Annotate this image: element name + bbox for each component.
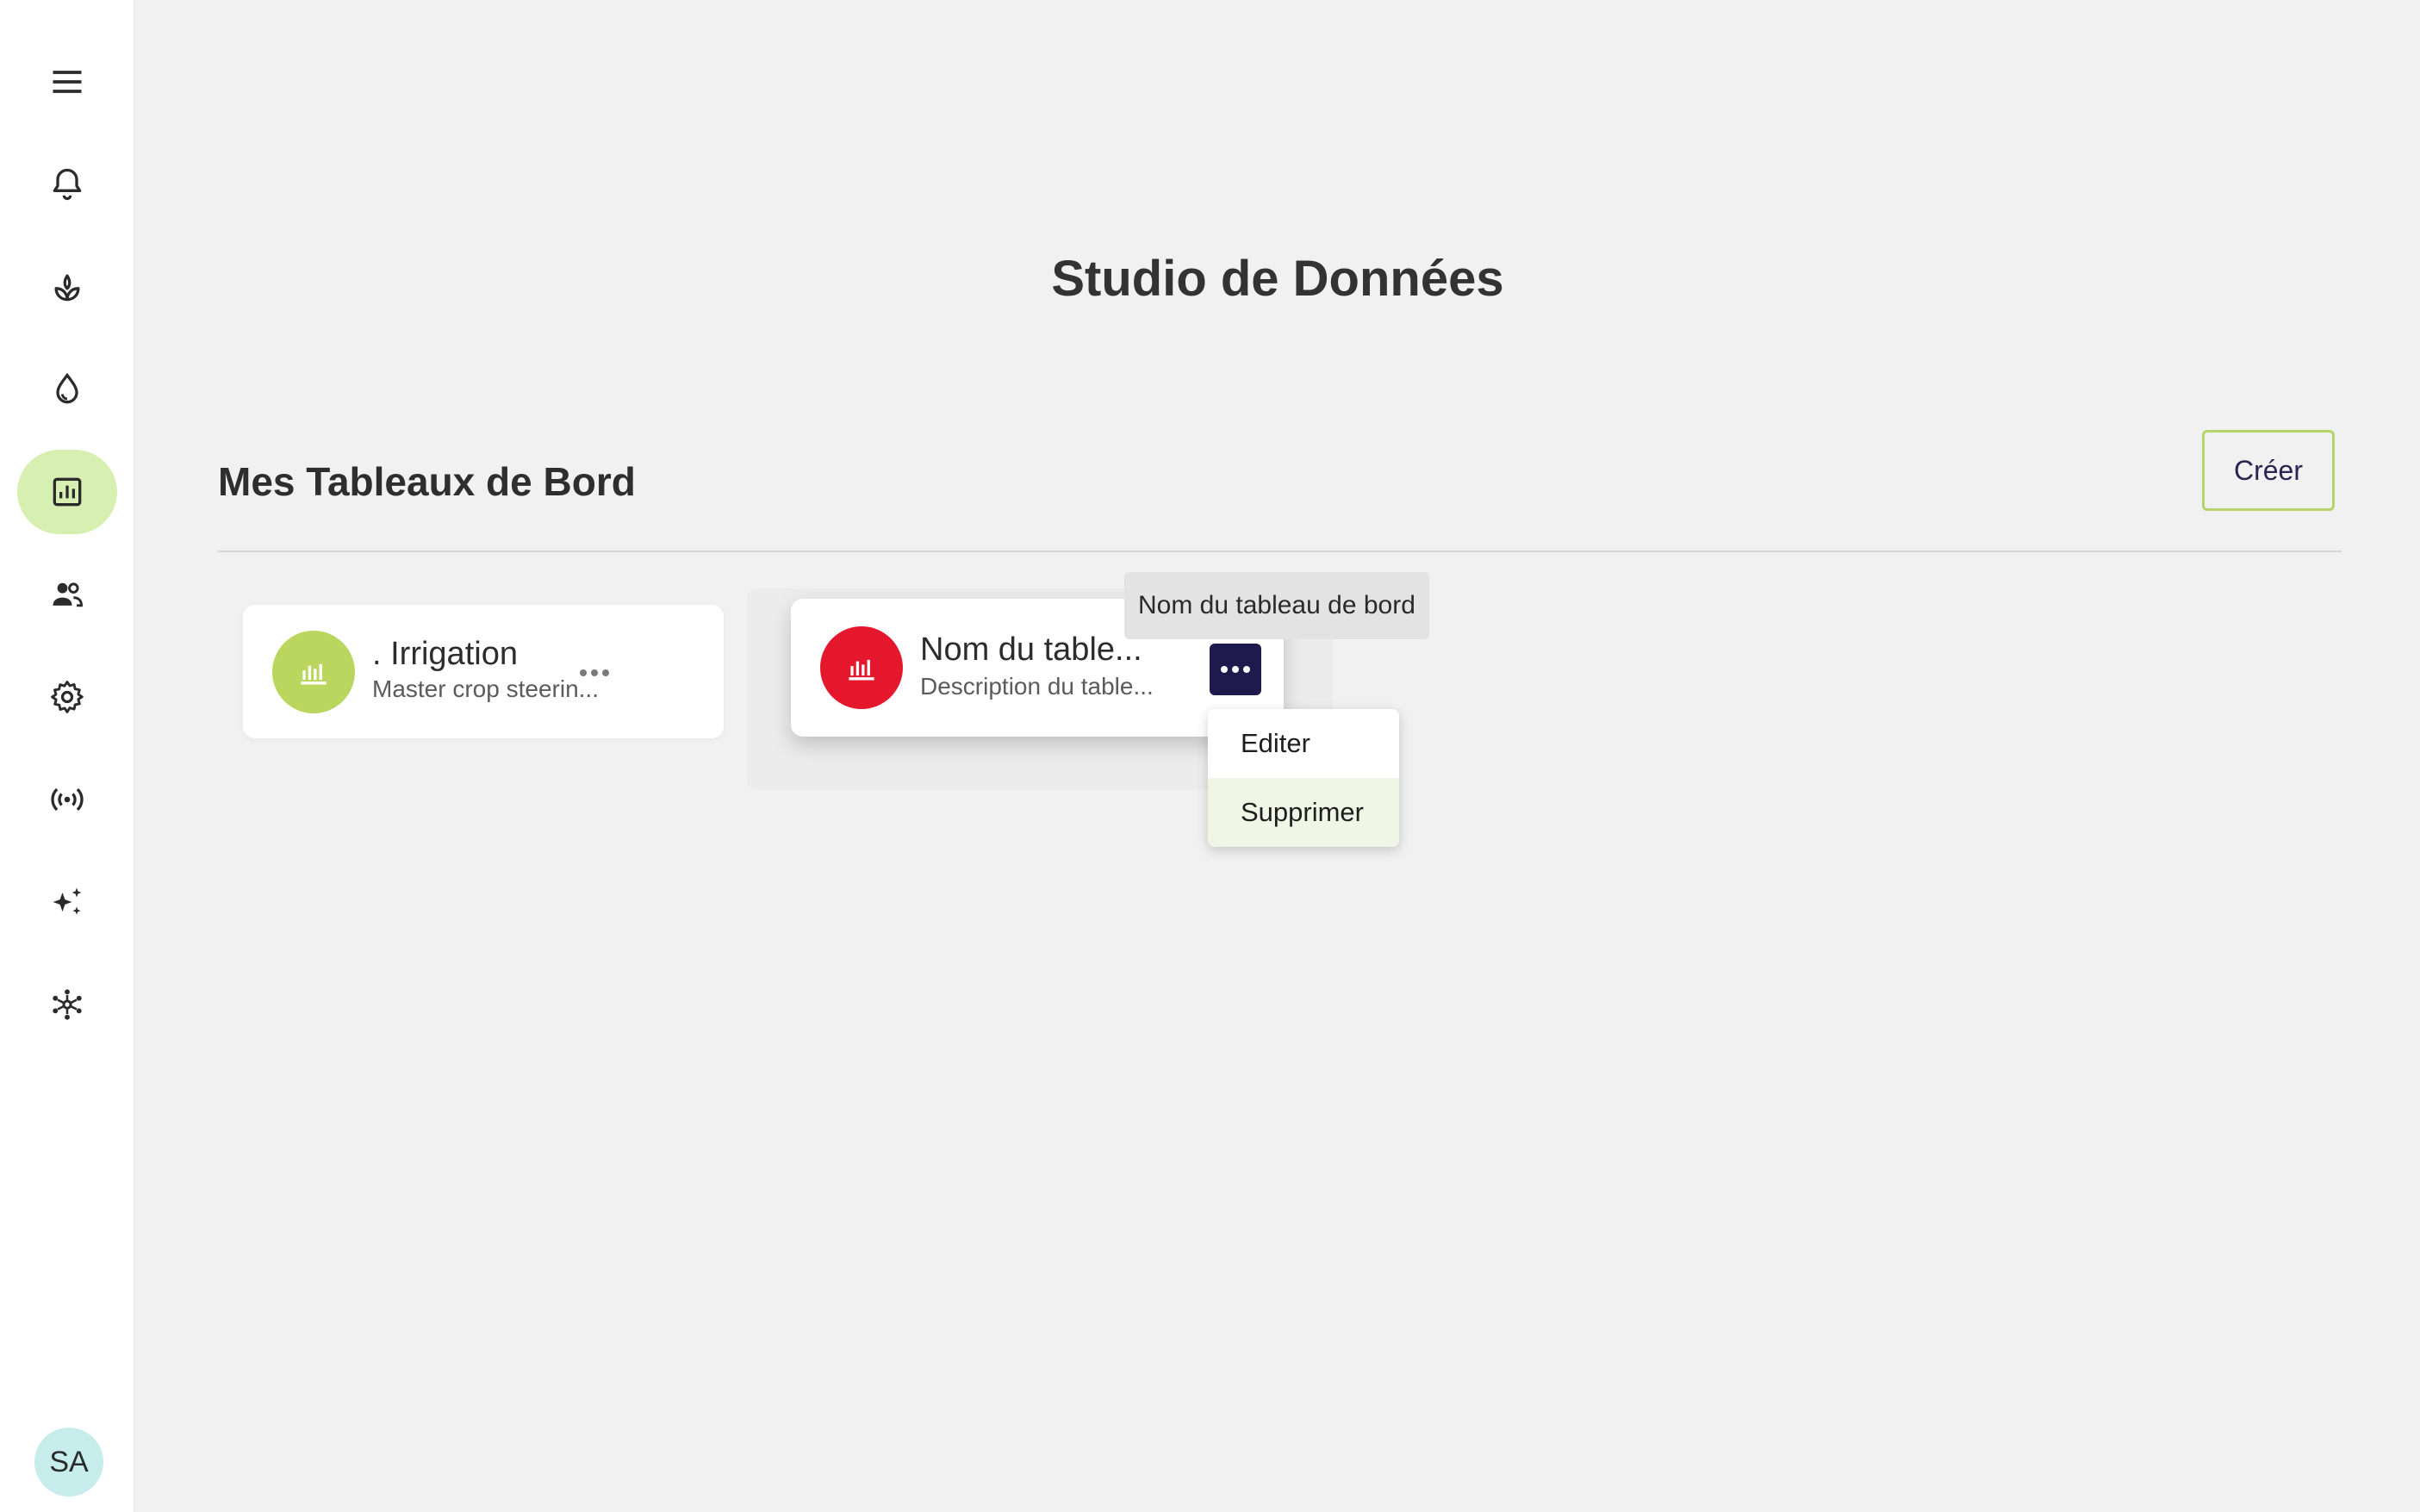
- card-avatar: [820, 626, 903, 709]
- more-dots-icon: [580, 669, 609, 676]
- sidebar-item-settings[interactable]: [17, 655, 117, 739]
- sidebar-item-users[interactable]: [17, 552, 117, 637]
- sidebar-item-integrations[interactable]: [17, 962, 117, 1047]
- dashboard-card-irrigation[interactable]: . Irrigation Master crop steerin...: [243, 605, 724, 738]
- card-subtitle: Master crop steerin...: [372, 675, 599, 702]
- app-root: SA Studio de Données Mes Tableaux de Bor…: [0, 0, 2420, 1512]
- card-more-button[interactable]: [570, 651, 619, 694]
- sidebar-item-sensors[interactable]: [17, 757, 117, 842]
- water-drop-icon: [56, 372, 78, 404]
- card-subtitle: Description du table...: [920, 673, 1154, 700]
- users-icon: [53, 582, 83, 607]
- broadcast-icon: [51, 787, 84, 812]
- sidebar-item-dashboards[interactable]: [17, 450, 117, 534]
- gear-icon: [51, 681, 84, 713]
- menu-icon: [53, 71, 82, 93]
- dashboard-chart-icon: [53, 477, 82, 507]
- more-dots-icon: [1221, 666, 1250, 673]
- bar-chart-icon: [849, 659, 874, 681]
- bell-icon: [53, 168, 82, 201]
- plant-icon: [54, 274, 80, 302]
- menu-item-edit[interactable]: Editer: [1208, 709, 1399, 778]
- create-button[interactable]: Créer: [2202, 430, 2335, 511]
- section-title: Mes Tableaux de Bord: [218, 459, 636, 504]
- card-title-tooltip: Nom du tableau de bord: [1124, 572, 1429, 639]
- card-title: Nom du table...: [920, 632, 1142, 668]
- sidebar-item-notifications[interactable]: [17, 142, 117, 227]
- sidebar: SA: [0, 0, 134, 1512]
- sparkles-icon: [53, 887, 82, 915]
- page-title: Studio de Données: [1051, 251, 1504, 307]
- menu-toggle-button[interactable]: [17, 40, 117, 124]
- card-avatar: [272, 631, 355, 713]
- card-context-menu: Editer Supprimer: [1208, 709, 1399, 847]
- section-divider: [218, 551, 2342, 552]
- sidebar-item-crops[interactable]: [17, 245, 117, 329]
- sidebar-item-irrigation[interactable]: [17, 347, 117, 432]
- menu-item-delete[interactable]: Supprimer: [1208, 778, 1399, 847]
- bar-chart-icon: [301, 663, 327, 685]
- main-content: Studio de Données Mes Tableaux de Bord C…: [135, 0, 2420, 1512]
- card-title: . Irrigation: [372, 636, 518, 672]
- sidebar-item-ai[interactable]: [17, 860, 117, 944]
- card-more-button-active[interactable]: [1210, 644, 1261, 695]
- network-icon: [53, 989, 82, 1020]
- user-avatar[interactable]: SA: [34, 1428, 103, 1496]
